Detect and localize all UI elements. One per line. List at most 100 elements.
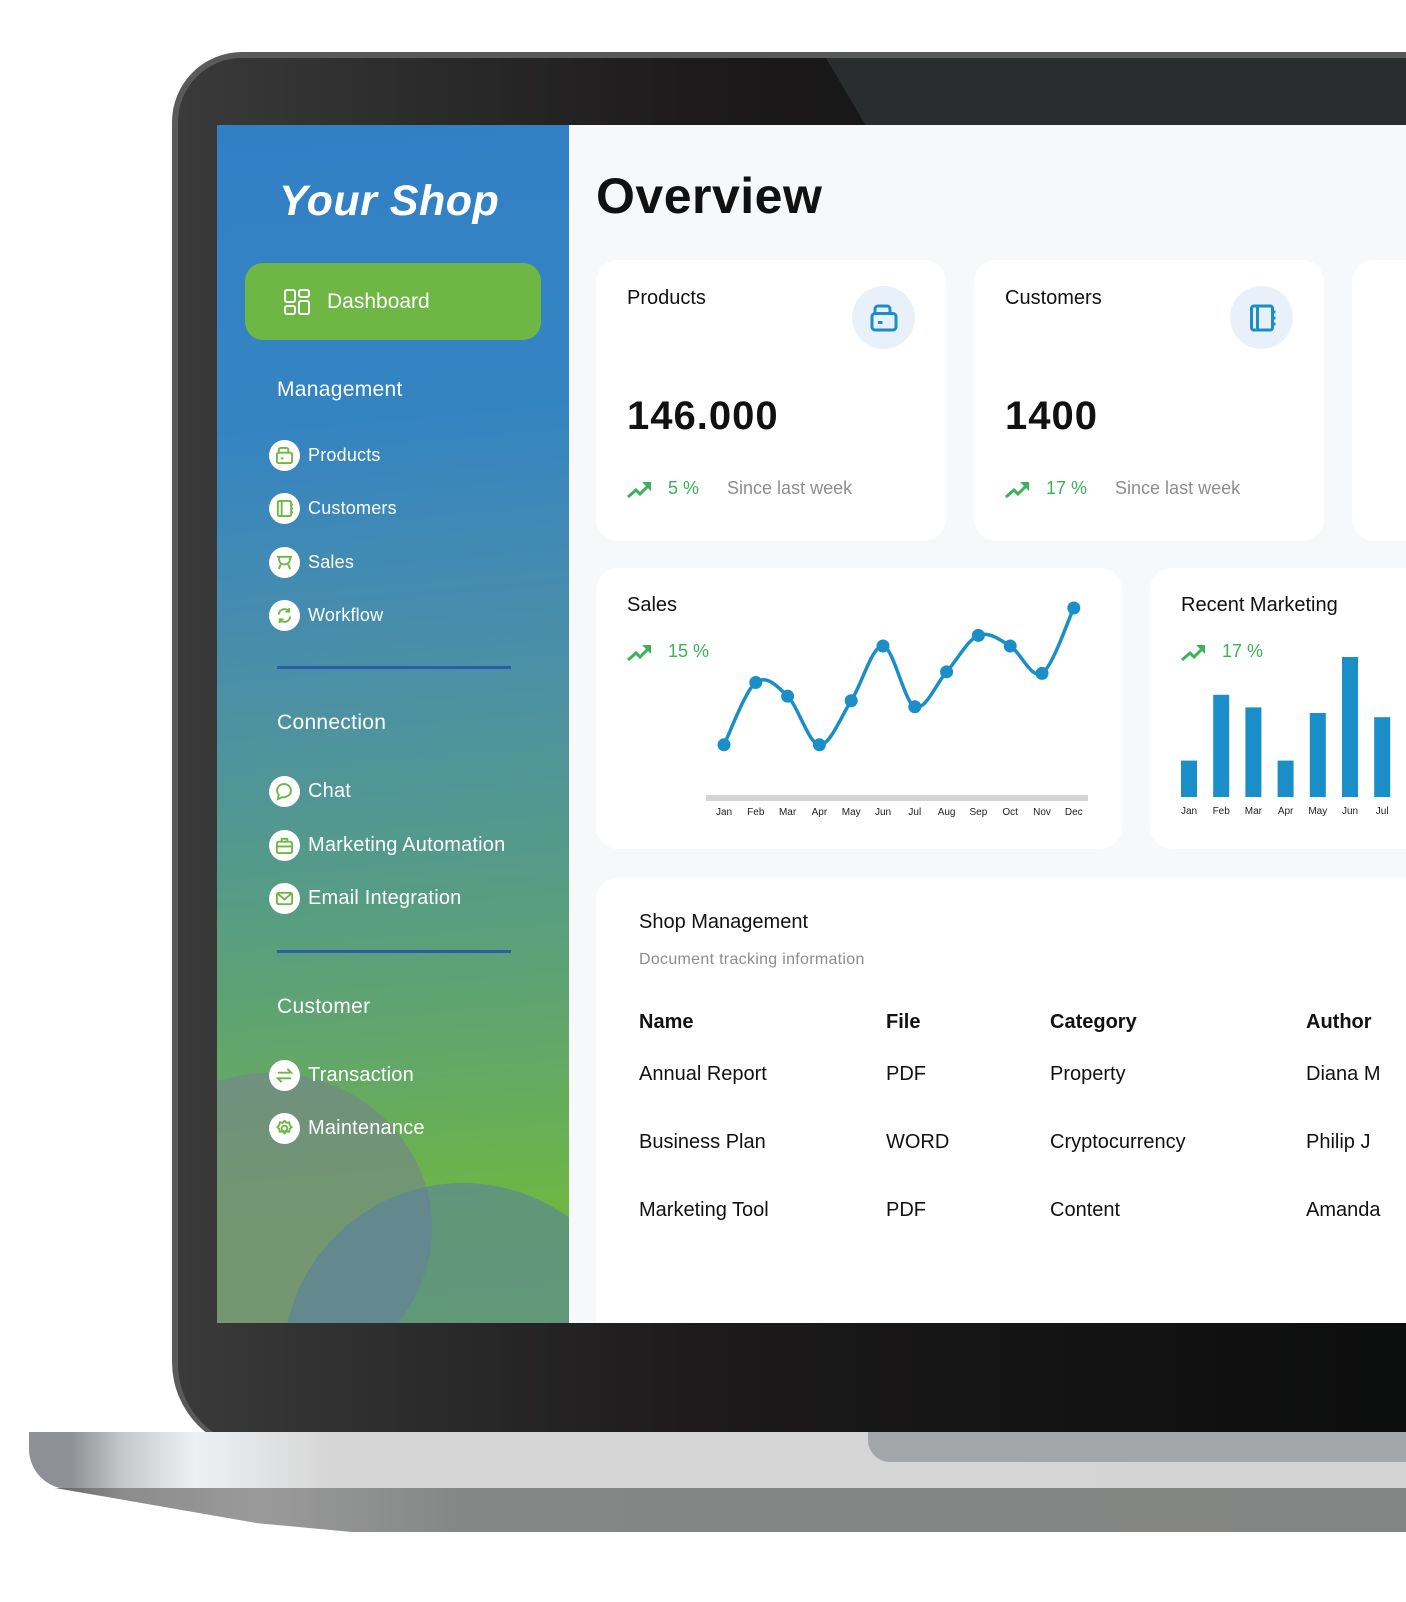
bar-mar[interactable]: [1245, 707, 1262, 797]
x-tick-label: Nov: [1033, 807, 1051, 818]
shop-management-card: Shop Management Document tracking inform…: [596, 878, 1406, 1323]
notebook-icon: [276, 499, 294, 518]
refresh-icon: [277, 607, 292, 624]
column-header-category[interactable]: Category: [1050, 1011, 1137, 1034]
x-tick-label: Jan: [1181, 806, 1197, 817]
sidebar-item-customers[interactable]: Customers: [269, 493, 397, 524]
stat-trend: 5 % Since last week: [626, 478, 852, 499]
main-content: Overview Products 146.000 5 % Since last…: [569, 125, 1406, 1323]
table-title: Shop Management: [639, 911, 809, 933]
column-header-name[interactable]: Name: [639, 1011, 693, 1034]
stat-value: 146.000: [627, 394, 779, 438]
data-point-oct[interactable]: [1003, 639, 1017, 653]
cell-file: WORD: [886, 1131, 950, 1153]
cell-category: Cryptocurrency: [1050, 1131, 1186, 1153]
cell-author: Philip J: [1306, 1131, 1371, 1153]
stat-card-partial[interactable]: [1352, 260, 1406, 541]
cell-name: Annual Report: [639, 1063, 767, 1085]
notebook-icon: [1249, 304, 1275, 331]
sidebar-item-marketing-automation[interactable]: Marketing Automation: [269, 830, 505, 861]
stat-icon: [852, 286, 915, 349]
sidebar: Your Shop Dashboard Management Products …: [217, 125, 569, 1323]
bar-may[interactable]: [1309, 713, 1326, 797]
stat-title: Products: [627, 287, 706, 309]
swap-icon: [275, 1068, 294, 1083]
bezel-glare: [826, 58, 1406, 126]
data-point-may[interactable]: [844, 694, 858, 708]
marketing-chart-card: Recent Marketing 17 % Jan Feb Mar Apr May Jun…: [1150, 568, 1406, 849]
x-tick-label: Dec: [1065, 807, 1083, 818]
marketing-bar-chart: Jan Feb Mar Apr May Jun Jul: [1181, 657, 1391, 817]
stat-icon: [1230, 286, 1293, 349]
data-point-jun[interactable]: [876, 639, 890, 653]
x-tick-label: May: [842, 807, 861, 818]
bar-jun[interactable]: [1342, 657, 1358, 797]
sidebar-item-maintenance[interactable]: Maintenance: [269, 1113, 425, 1144]
bar-feb[interactable]: [1213, 694, 1230, 797]
sidebar-item-label: Email Integration: [308, 887, 462, 909]
x-tick-label: Mar: [1245, 806, 1263, 817]
x-tick-label: Jun: [875, 807, 891, 818]
trend-up-icon: [627, 644, 652, 661]
cell-name: Business Plan: [639, 1131, 766, 1153]
data-point-aug[interactable]: [940, 665, 954, 679]
screen: Your Shop Dashboard Management Products …: [217, 125, 1406, 1323]
x-tick-label: Jan: [716, 807, 732, 818]
sidebar-item-label: Products: [308, 445, 381, 465]
sidebar-item-label: Chat: [308, 780, 352, 802]
x-tick-label: Apr: [812, 807, 828, 818]
cell-name: Marketing Tool: [639, 1199, 769, 1221]
bar-apr[interactable]: [1277, 760, 1294, 797]
cell-file: PDF: [886, 1199, 926, 1221]
data-point-sep[interactable]: [971, 628, 985, 642]
data-point-apr[interactable]: [812, 738, 826, 752]
data-point-nov[interactable]: [1035, 666, 1049, 680]
sidebar-item-dashboard[interactable]: Dashboard: [245, 263, 541, 340]
sidebar-item-transaction[interactable]: Transaction: [269, 1060, 414, 1091]
sidebar-item-label: Sales: [308, 552, 355, 572]
x-tick-label: May: [1308, 806, 1327, 817]
sidebar-item-email-integration[interactable]: Email Integration: [269, 883, 461, 914]
section-title-connection: Connection: [277, 711, 387, 734]
sales-series-line: [722, 607, 1076, 747]
grid-icon: [284, 288, 310, 315]
cell-author: Diana M: [1306, 1063, 1381, 1085]
laptop-base-shadow: [55, 1488, 1406, 1532]
bar-jan[interactable]: [1181, 760, 1197, 797]
bar-jul[interactable]: [1374, 717, 1391, 797]
cart-icon: [276, 555, 293, 570]
table-subtitle: Document tracking information: [639, 951, 865, 968]
column-header-author[interactable]: Author: [1306, 1011, 1372, 1034]
sidebar-item-sales[interactable]: Sales: [269, 547, 354, 578]
data-point-jul[interactable]: [908, 700, 922, 714]
sidebar-item-label: Customers: [308, 498, 397, 518]
stat-since: Since last week: [727, 478, 853, 498]
sidebar-item-workflow[interactable]: Workflow: [269, 600, 383, 631]
data-point-jan[interactable]: [717, 738, 731, 752]
sales-chart-card: Sales 15 % Jan Feb Mar Apr May Jun Jul Aug Sep Oc…: [596, 568, 1122, 849]
column-header-file[interactable]: File: [886, 1011, 920, 1034]
sales-line-chart: Jan Feb Mar Apr May Jun Jul Aug Sep Oct Nov Dec: [706, 601, 1088, 818]
x-tick-label: Feb: [1213, 806, 1231, 817]
chat-icon: [276, 782, 292, 801]
cell-category: Content: [1050, 1199, 1121, 1221]
stat-card-customers[interactable]: Customers 1400 17 % Since last week: [974, 260, 1324, 541]
sidebar-item-label: Maintenance: [308, 1117, 425, 1139]
mail-icon: [275, 891, 294, 906]
folder-icon: [870, 304, 897, 331]
brand-logo: Your Shop: [279, 177, 500, 225]
stat-card-products[interactable]: Products 146.000 5 % Since last week: [596, 260, 946, 541]
folder-icon: [275, 446, 294, 465]
data-point-dec[interactable]: [1067, 601, 1081, 615]
data-point-mar[interactable]: [781, 689, 795, 703]
sidebar-item-chat[interactable]: Chat: [269, 776, 351, 807]
stat-change: 17 %: [1046, 478, 1088, 498]
laptop-hinge-notch: [868, 1432, 1406, 1462]
sidebar-item-products[interactable]: Products: [269, 440, 381, 471]
page-title: Overview: [596, 168, 823, 224]
cell-file: PDF: [886, 1063, 926, 1085]
sidebar-item-label: Dashboard: [327, 289, 430, 313]
stat-title: Customers: [1005, 287, 1102, 309]
chart-change: 15 %: [668, 641, 710, 661]
data-point-feb[interactable]: [749, 675, 763, 689]
